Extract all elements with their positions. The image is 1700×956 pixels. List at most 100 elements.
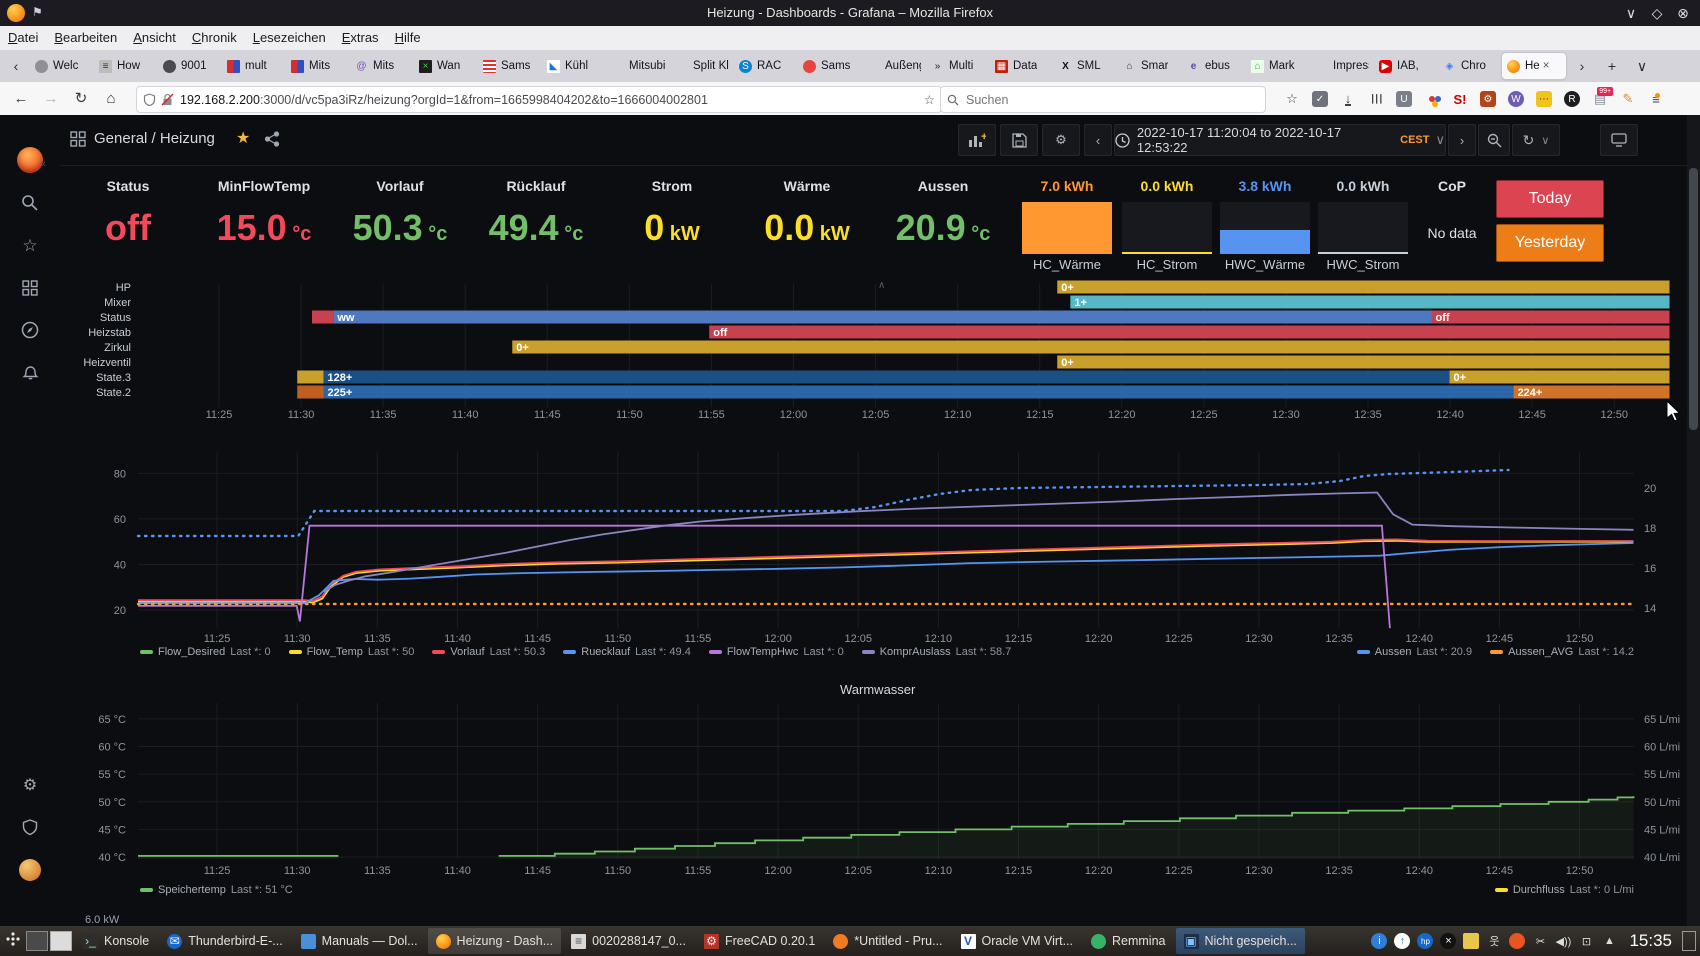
timeline-segment[interactable] [1057,281,1669,294]
tab-RAC[interactable]: SRAC [734,53,798,79]
tab-Data[interactable]: ▦Data [990,53,1054,79]
permissions-shield-icon[interactable] [143,93,156,106]
tab-Multi[interactable]: »Multi [926,53,990,79]
menu-lesezeichen[interactable]: Lesezeichen [245,26,334,49]
tab-Sams[interactable]: Sams [798,53,862,79]
tab-He[interactable]: He× [1502,53,1566,79]
close-button[interactable]: ⊗ [1672,3,1694,23]
bookmark-page-star-icon[interactable]: ☆ [924,92,935,107]
x-server-icon[interactable]: × [1440,933,1456,949]
timeline-segment[interactable] [333,311,1431,324]
download-icon[interactable]: ↓ [1336,87,1360,111]
tab-Kühl[interactable]: ◣Kühl [542,53,606,79]
home-icon[interactable]: ⌂ [98,86,124,112]
tabs-counter-icon[interactable]: ▤99+ [1588,87,1612,111]
tab-Smar[interactable]: ⌂Smar [1118,53,1182,79]
tab-Split Klim[interactable]: Split Klim [670,53,734,79]
tab-Mits[interactable]: Mits [286,53,350,79]
yakuake-icon[interactable] [1509,933,1525,949]
timeline-segment[interactable] [709,326,1669,339]
tab-IAB,[interactable]: ▶IAB, [1374,53,1438,79]
colorballs-icon[interactable] [1420,87,1444,111]
updates-icon[interactable]: ↑ [1394,933,1410,949]
app-launcher-icon[interactable] [0,931,26,952]
task--untitled-pru-[interactable]: *Untitled - Pru... [825,928,950,954]
clipboard-scissors-icon[interactable]: ✂ [1532,933,1548,949]
tab-Wan[interactable]: ×Wan [414,53,478,79]
peek-desktop-button[interactable] [1682,931,1696,951]
virtual-desktop-1[interactable] [26,931,48,951]
ublock-icon[interactable]: U [1392,87,1416,111]
highlighter-icon[interactable]: ✎ [1616,87,1640,111]
menu-chronik[interactable]: Chronik [184,26,245,49]
tab-Welc[interactable]: Welc [30,53,94,79]
wappalyzer-icon[interactable]: W [1504,87,1528,111]
tab-Sams[interactable]: Sams [478,53,542,79]
task-manuals-dol-[interactable]: Manuals — Dol... [293,928,426,954]
task-heizung-dash-[interactable]: Heizung - Dash... [428,928,562,954]
timeline-segment[interactable] [1057,356,1669,369]
pocket-shield-icon[interactable]: ✓ [1308,87,1332,111]
menu-ansicht[interactable]: Ansicht [125,26,184,49]
timeline-segment[interactable] [512,341,1669,354]
stylish-icon[interactable]: S! [1448,87,1472,111]
minimize-button[interactable]: ∨ [1620,3,1642,23]
tab-Chro[interactable]: ◈Chro [1438,53,1502,79]
menu-extras[interactable]: Extras [334,26,387,49]
tab-scroll-left-icon[interactable]: ‹ [4,54,28,78]
new-tab-icon[interactable]: + [1600,54,1624,78]
tab-ebus[interactable]: eebus [1182,53,1246,79]
page-scrollbar[interactable] [1687,115,1700,926]
task-konsole[interactable]: ›_Konsole [75,928,157,954]
timeline-segment[interactable] [297,386,323,399]
taskbar-clock[interactable]: 15:35 [1629,931,1672,951]
tab-Mark[interactable]: ⌂Mark [1246,53,1310,79]
tabs-overflow-icon[interactable]: › [1570,54,1594,78]
forward-icon[interactable]: → [38,86,64,112]
r-extension-icon[interactable]: R [1560,87,1584,111]
gear-extension-icon[interactable]: ⚙ [1476,87,1500,111]
timeline-segment[interactable] [1450,371,1670,384]
tab-Außenge[interactable]: Außenge [862,53,926,79]
virtual-desktop-2[interactable] [50,931,72,951]
timeline-segment[interactable] [1070,296,1669,309]
reload-icon[interactable]: ↻ [68,86,94,112]
search-input[interactable] [964,92,1228,108]
menu-bearbeiten[interactable]: Bearbeiten [46,26,125,49]
url-bar[interactable]: 192.168.2.200:3000/d/vc5pa3iRz/heizung?o… [136,86,942,113]
task-oracle-vm-virt-[interactable]: VOracle VM Virt... [953,928,1081,954]
tab-9001[interactable]: 9001 [158,53,222,79]
menu-hamburger-icon[interactable]: ≡ [1644,87,1668,111]
library-icon[interactable]: ☰ [1364,87,1388,111]
display-icon[interactable]: ⊡ [1578,933,1594,949]
search-bar[interactable] [940,86,1266,113]
bookmark-star-icon[interactable]: ☆ [1280,87,1304,111]
task-nicht-gespeich-[interactable]: ▣Nicht gespeich... [1176,928,1305,954]
tab-How[interactable]: ≡How [94,53,158,79]
task-remmina[interactable]: Remmina [1083,928,1174,954]
tab-Mits[interactable]: @Mits [350,53,414,79]
back-icon[interactable]: ← [8,86,34,112]
menu-datei[interactable]: Datei [0,26,46,49]
window-titlebar[interactable]: ⚑ Heizung - Dashboards - Grafana – Mozil… [0,0,1700,26]
timeline-segment[interactable] [323,371,1449,384]
expand-tray-icon[interactable]: ▲ [1601,933,1617,949]
tab-Impress[interactable]: Impress [1310,53,1374,79]
task-thunderbird-e-[interactable]: ✉Thunderbird-E-... [159,928,290,954]
user-agent-icon[interactable]: 웃 [1486,933,1502,949]
notes-extension-icon[interactable]: ⋯ [1532,87,1556,111]
scrollbar-thumb[interactable] [1689,168,1698,430]
tab-list-caret-icon[interactable]: ∨ [1630,54,1654,78]
timeline-segment[interactable] [312,311,333,324]
hp-icon[interactable]: hp [1417,933,1433,949]
menu-hilfe[interactable]: Hilfe [387,26,429,49]
info-icon[interactable]: i [1371,933,1387,949]
maximize-button[interactable]: ◇ [1646,3,1668,23]
tab-close-icon[interactable]: × [1543,60,1550,72]
task-freecad-0-20-1[interactable]: ⚙FreeCAD 0.20.1 [696,928,823,954]
tab-Mitsubis[interactable]: Mitsubis [606,53,670,79]
timeline-segment[interactable] [323,386,1513,399]
notes-icon[interactable] [1463,933,1479,949]
tab-mult[interactable]: mult [222,53,286,79]
timeline-segment[interactable] [1431,311,1669,324]
